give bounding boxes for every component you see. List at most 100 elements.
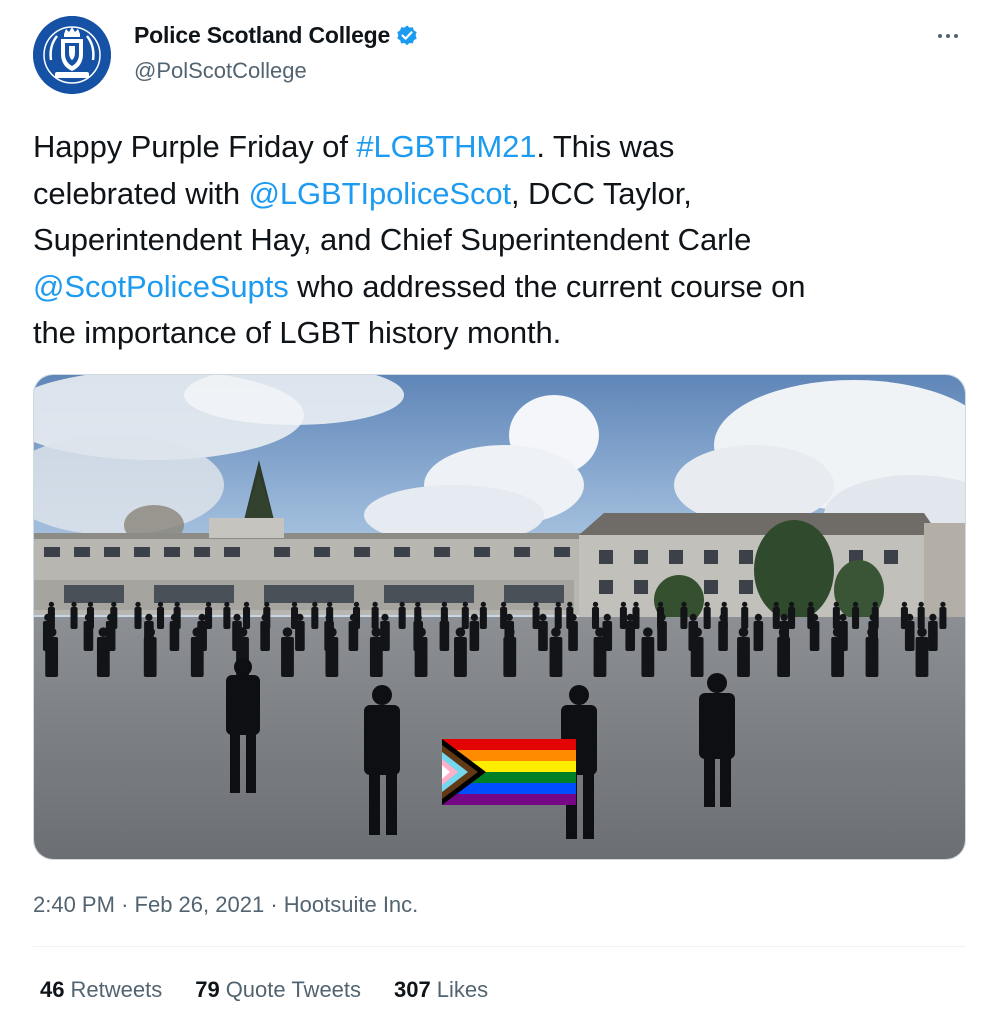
officer-head	[620, 601, 627, 607]
tweet-text-segment: , DCC Taylor,	[511, 175, 692, 211]
retweets-label: Retweets	[70, 977, 163, 1002]
officer-head	[44, 613, 52, 621]
officer-head	[504, 627, 515, 637]
tweet-photo[interactable]	[33, 374, 966, 860]
officer-figure	[479, 607, 487, 629]
officer-head	[692, 627, 702, 637]
officer-head	[174, 601, 180, 607]
more-options-icon[interactable]	[930, 24, 966, 48]
officer-head	[533, 601, 539, 607]
retweets-stat[interactable]: 46 Retweets	[40, 977, 162, 1003]
officer-head	[833, 601, 840, 607]
officer-head	[441, 601, 448, 607]
tweet-text-segment: Superintendent Hay, and Chief Superinten…	[33, 222, 752, 257]
tweet: Police Scotland College @PolScotCollege …	[0, 0, 991, 1024]
officer-head	[145, 627, 156, 637]
officer-figure	[591, 607, 600, 629]
officer-head	[372, 601, 378, 607]
tweet-text-segment: celebrated with	[33, 175, 249, 211]
officer-head	[157, 601, 164, 607]
officer-figure	[398, 607, 406, 629]
officer-head	[869, 613, 877, 621]
officer-head	[327, 601, 333, 607]
author-handle[interactable]: @PolScotCollege	[134, 58, 307, 84]
officer-head	[111, 601, 117, 607]
officer-head	[867, 627, 877, 637]
officer-figure	[915, 637, 929, 677]
tweet-text-segment: . This was	[536, 129, 675, 164]
officer-figure	[454, 637, 467, 677]
officer-head	[704, 601, 710, 607]
officer-figure	[917, 607, 925, 629]
officer-figure	[568, 621, 578, 651]
officer-figure	[281, 637, 294, 677]
officer-head	[555, 601, 561, 607]
retweets-count: 46	[40, 977, 65, 1002]
officer-figure	[243, 607, 251, 629]
tweet-date[interactable]: Feb 26, 2021	[135, 892, 265, 917]
officer-figure	[169, 621, 180, 651]
officer-head	[918, 601, 924, 607]
officer-figure	[469, 621, 480, 651]
officer-head	[929, 613, 937, 621]
likes-stat[interactable]: 307 Likes	[394, 977, 488, 1003]
tweet-stats: 46 Retweets 79 Quote Tweets 307 Likes	[40, 977, 521, 1003]
quote-tweets-stat[interactable]: 79 Quote Tweets	[195, 977, 361, 1003]
officer-head	[810, 613, 819, 621]
officer-head	[505, 613, 513, 621]
mention-link[interactable]: @LGBTIpoliceScot	[249, 176, 512, 211]
author-name-row[interactable]: Police Scotland College	[134, 22, 419, 49]
meta-separator: ·	[270, 892, 278, 917]
quote-tweets-label: Quote Tweets	[225, 977, 362, 1002]
officer-figure	[741, 607, 749, 629]
officer-head	[462, 601, 468, 607]
officer-figure	[223, 607, 231, 629]
officer-head	[327, 627, 337, 637]
officer-head	[551, 627, 561, 637]
officer-figure	[538, 621, 548, 651]
officer-figure	[928, 621, 938, 651]
officer-figure	[788, 607, 796, 629]
tweet-text-line: Superintendent Hay, and Chief Superinten…	[33, 217, 963, 264]
officer-head	[808, 601, 814, 607]
officer-figure	[83, 621, 94, 651]
tweet-meta: 2:40 PM · Feb 26, 2021 · Hootsuite Inc.	[33, 892, 418, 918]
photo-officers-with-progress-pride-flag	[34, 375, 965, 859]
officer-head	[567, 601, 573, 607]
officer-figure	[369, 637, 383, 677]
hashtag-link[interactable]: #LGBTHM21	[356, 129, 536, 164]
officer-figure	[737, 637, 750, 677]
officer-figure	[190, 637, 204, 677]
officer-head	[192, 627, 203, 637]
officer-head	[135, 601, 141, 607]
author-display-name[interactable]: Police Scotland College	[134, 22, 390, 49]
officer-head	[46, 627, 57, 637]
meta-separator: ·	[121, 892, 129, 917]
tweet-text-line: celebrated with @LGBTIpoliceScot, DCC Ta…	[33, 171, 963, 218]
officer-head	[872, 601, 878, 607]
officer-figure	[439, 621, 450, 651]
officer-figure	[865, 637, 879, 677]
officer-head	[470, 613, 478, 621]
officer-figure	[809, 621, 820, 651]
officer-figure	[852, 607, 860, 629]
officer-head	[282, 627, 293, 637]
officer-figure	[703, 607, 711, 629]
officer-head	[681, 601, 687, 607]
officer-head	[296, 613, 304, 621]
tweet-time[interactable]: 2:40 PM	[33, 892, 115, 917]
officer-figure	[549, 637, 563, 677]
officer-head	[87, 601, 94, 607]
officer-figure	[718, 621, 728, 651]
officer-head	[643, 627, 653, 637]
officer-head	[780, 613, 788, 621]
officer-figure	[70, 607, 78, 629]
tweet-source[interactable]: Hootsuite Inc.	[284, 892, 419, 917]
mention-link[interactable]: @ScotPoliceSupts	[33, 269, 289, 304]
tweet-text-line: @ScotPoliceSupts who addressed the curre…	[33, 264, 963, 311]
officer-figure	[371, 607, 379, 629]
officer-figure	[831, 637, 845, 677]
avatar[interactable]	[33, 16, 111, 94]
officer-head	[291, 601, 298, 607]
tweet-text: Happy Purple Friday of #LGBTHM21. This w…	[33, 124, 963, 357]
